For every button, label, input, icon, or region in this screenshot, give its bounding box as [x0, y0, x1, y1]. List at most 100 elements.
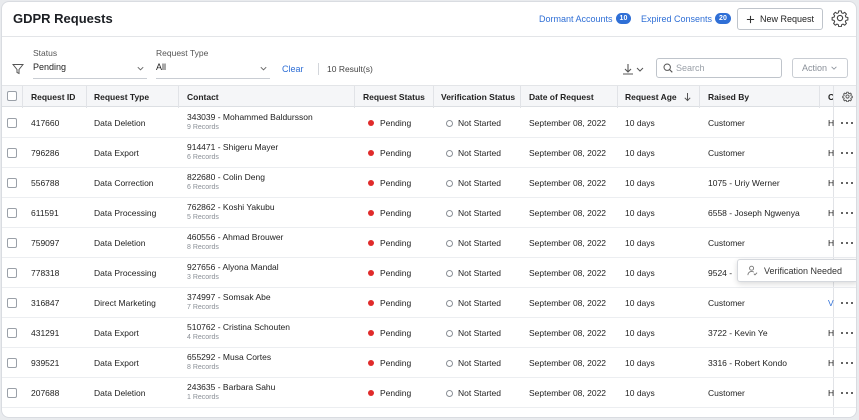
status-filter-select[interactable]: Pending	[33, 62, 147, 79]
table-row[interactable]: 796286 Data Export 914471 - Shigeru Mayer 6…	[2, 138, 856, 168]
filter-icon[interactable]	[12, 63, 24, 75]
request-id-cell[interactable]: 759097	[31, 238, 59, 248]
table-row[interactable]: 316847 Direct Marketing 374997 - Somsak Ab…	[2, 288, 856, 318]
column-header-verification-status[interactable]: Verification Status	[441, 92, 515, 102]
verification-needed-popover[interactable]: Verification Needed	[737, 259, 856, 282]
more-options-icon[interactable]	[840, 238, 854, 248]
more-options-icon[interactable]	[840, 328, 854, 338]
gdpr-requests-window: GDPR Requests Dormant Accounts 10 Expire…	[1, 1, 857, 418]
contact-cell[interactable]: 822680 - Colin Deng 6 Records	[187, 172, 265, 191]
dormant-accounts-link[interactable]: Dormant Accounts 10	[539, 13, 632, 24]
request-id-cell[interactable]: 431291	[31, 328, 59, 338]
more-options-icon[interactable]	[840, 118, 854, 128]
request-status-text: Pending	[380, 358, 412, 368]
row-checkbox[interactable]	[7, 178, 17, 188]
table-row[interactable]: 939521 Data Export 655292 - Musa Cortes 8 R…	[2, 348, 856, 378]
request-id-cell[interactable]: 316847	[31, 298, 59, 308]
more-options-icon[interactable]	[840, 298, 854, 308]
row-checkbox[interactable]	[7, 358, 17, 368]
contact-cell[interactable]: 510762 - Cristina Schouten 4 Records	[187, 322, 290, 341]
column-header-contact[interactable]: Contact	[187, 92, 219, 102]
clear-filters-link[interactable]: Clear	[282, 64, 304, 74]
column-header-request-age[interactable]: Request Age	[625, 92, 677, 102]
request-type-cell: Data Processing	[94, 208, 157, 218]
column-header-request-type[interactable]: Request Type	[94, 92, 149, 102]
request-status-cell: Pending	[368, 238, 411, 248]
verification-status-text: Not Started	[458, 118, 501, 128]
contact-cell[interactable]: 914471 - Shigeru Mayer 6 Records	[187, 142, 278, 161]
table-row[interactable]: 556788 Data Correction 822680 - Colin Deng…	[2, 168, 856, 198]
request-type-filter-value: All	[156, 62, 167, 72]
row-checkbox[interactable]	[7, 298, 17, 308]
more-options-icon[interactable]	[840, 208, 854, 218]
request-age-cell: 10 days	[625, 268, 655, 278]
column-divider	[699, 86, 700, 108]
verification-status-cell: Not Started	[446, 148, 501, 158]
contact-cell[interactable]: 243635 - Barbara Sahu 1 Records	[187, 382, 275, 401]
more-options-icon[interactable]	[840, 358, 854, 368]
more-options-icon[interactable]	[840, 178, 854, 188]
contact-cell[interactable]: 374997 - Somsak Abe 7 Records	[187, 292, 271, 311]
request-id-cell[interactable]: 417660	[31, 118, 59, 128]
request-type-filter-select[interactable]: All	[156, 62, 270, 79]
verification-status-cell: Not Started	[446, 268, 501, 278]
table-row[interactable]: 759097 Data Deletion 460556 - Ahmad Brouwe…	[2, 228, 856, 258]
expired-consents-link[interactable]: Expired Consents 20	[641, 13, 731, 24]
action-dropdown-button[interactable]: Action	[792, 58, 848, 78]
row-checkbox[interactable]	[7, 328, 17, 338]
table-row[interactable]: 778318 Data Processing 927656 - Alyona Man…	[2, 258, 856, 288]
download-icon[interactable]	[622, 63, 648, 77]
request-status-cell: Pending	[368, 208, 411, 218]
pending-status-dot	[368, 120, 374, 126]
search-icon	[663, 63, 673, 73]
row-checkbox[interactable]	[7, 118, 17, 128]
contact-cell[interactable]: 927656 - Alyona Mandal 3 Records	[187, 262, 279, 281]
column-header-request-id[interactable]: Request ID	[31, 92, 75, 102]
contact-cell[interactable]: 460556 - Ahmad Brouwer 8 Records	[187, 232, 283, 251]
settings-gear-icon[interactable]	[831, 9, 849, 27]
request-status-text: Pending	[380, 328, 412, 338]
table-row[interactable]: 207688 Data Deletion 243635 - Barbara Sahu…	[2, 378, 856, 408]
more-options-icon[interactable]	[840, 388, 854, 398]
table-row[interactable]: 611591 Data Processing 762862 - Koshi Yaku…	[2, 198, 856, 228]
request-status-text: Pending	[380, 148, 412, 158]
contact-name: 243635 - Barbara Sahu	[187, 382, 276, 392]
contact-cell[interactable]: 343039 - Mohammed Baldursson 9 Records	[187, 112, 313, 131]
row-checkbox[interactable]	[7, 388, 17, 398]
column-settings-gear-icon[interactable]	[842, 91, 853, 102]
sort-down-arrow-icon[interactable]	[683, 92, 692, 102]
verification-status-cell: Not Started	[446, 298, 501, 308]
more-options-icon[interactable]	[840, 148, 854, 158]
column-header-request-status[interactable]: Request Status	[363, 92, 425, 102]
request-id-cell[interactable]: 796286	[31, 148, 59, 158]
search-input[interactable]	[676, 61, 776, 75]
select-all-checkbox[interactable]	[7, 91, 17, 101]
pending-status-dot	[368, 390, 374, 396]
request-id-cell[interactable]: 611591	[31, 208, 59, 218]
request-type-cell: Data Export	[94, 358, 139, 368]
records-count: 8 Records	[187, 244, 219, 251]
column-header-raised-by[interactable]: Raised By	[708, 92, 749, 102]
column-divider	[22, 86, 23, 108]
row-checkbox[interactable]	[7, 148, 17, 158]
request-id-cell[interactable]: 207688	[31, 388, 59, 398]
request-id-cell[interactable]: 778318	[31, 268, 59, 278]
new-request-button[interactable]: New Request	[737, 8, 823, 30]
column-header-date-of-request[interactable]: Date of Request	[529, 92, 594, 102]
not-started-circle-icon	[446, 150, 453, 157]
row-checkbox[interactable]	[7, 208, 17, 218]
contact-cell[interactable]: 762862 - Koshi Yakubu 5 Records	[187, 202, 275, 221]
request-status-cell: Pending	[368, 388, 411, 398]
request-id-cell[interactable]: 556788	[31, 178, 59, 188]
table-row[interactable]: 431291 Data Export 510762 - Cristina Schou…	[2, 318, 856, 348]
search-box	[656, 58, 782, 78]
column-divider	[178, 86, 179, 108]
row-checkbox[interactable]	[7, 268, 17, 278]
table-row[interactable]: 417660 Data Deletion 343039 - Mohammed Bal…	[2, 108, 856, 138]
request-age-cell: 10 days	[625, 238, 655, 248]
request-age-cell: 10 days	[625, 118, 655, 128]
request-id-cell[interactable]: 939521	[31, 358, 59, 368]
contact-cell[interactable]: 655292 - Musa Cortes 8 Records	[187, 352, 271, 371]
date-of-request-cell: September 08, 2022	[529, 328, 607, 338]
row-checkbox[interactable]	[7, 238, 17, 248]
